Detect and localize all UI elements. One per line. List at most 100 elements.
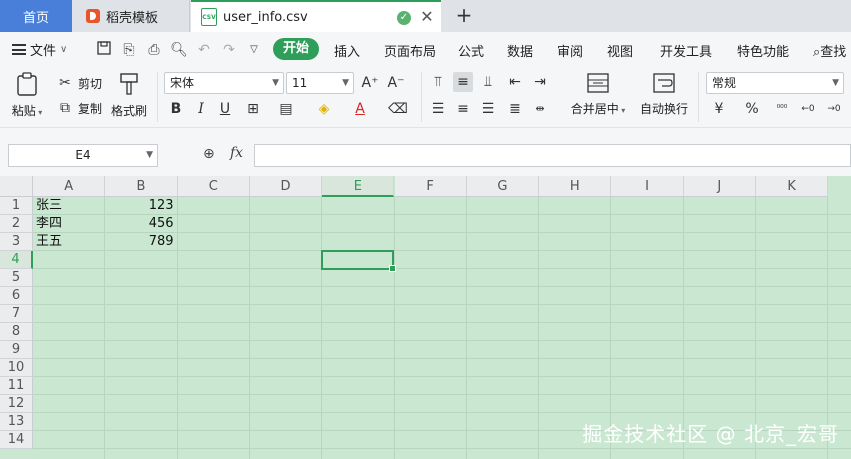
column-header-j[interactable]: J [683, 176, 756, 197]
align-top-icon[interactable]: ⫪ [428, 72, 448, 92]
justify-icon[interactable]: ≣ [505, 99, 525, 119]
redo-icon[interactable]: ↷ [220, 41, 238, 59]
row-gridline [33, 340, 851, 341]
row-header-11[interactable]: 11 [0, 377, 33, 395]
spreadsheet-grid[interactable]: A B C D E F G H I J K 1 2 3 4 5 6 7 8 9 10 11 12 13 14 张三 123 李四 456… [0, 176, 851, 459]
close-icon[interactable]: ✕ [418, 8, 436, 26]
undo-icon[interactable]: ↶ [195, 41, 213, 59]
column-header-b[interactable]: B [105, 176, 178, 197]
new-tab-plus-icon[interactable]: + [452, 4, 476, 28]
save-icon[interactable] [95, 41, 113, 59]
row-header-12[interactable]: 12 [0, 395, 33, 413]
menu-tab-features[interactable]: 特色功能 [737, 41, 789, 60]
distributed-icon[interactable]: ⇹ [530, 99, 550, 119]
menu-tab-review[interactable]: 审阅 [557, 41, 583, 60]
wrap-text-button[interactable]: 自动换行 [636, 72, 692, 117]
font-shrink-button[interactable]: A⁻ [386, 73, 406, 93]
print-icon[interactable]: ⎙ [145, 41, 163, 59]
font-size-select[interactable]: 11 ▼ [286, 72, 354, 94]
border-icon[interactable]: ⊞ [243, 99, 263, 119]
copy-button[interactable]: ⧉ 复制 [56, 99, 102, 117]
fx-icon[interactable]: fx [230, 145, 243, 161]
chevron-down-icon: ▼ [272, 78, 279, 88]
align-center-icon[interactable]: ≡ [453, 99, 473, 119]
file-menu-button[interactable]: 文件 ∨ [12, 40, 67, 59]
fill-color-icon[interactable]: ◈ [314, 99, 334, 119]
row-header-10[interactable]: 10 [0, 359, 33, 377]
tab-template[interactable]: 稻壳模板 [72, 0, 190, 32]
merge-center-button[interactable]: 合并居中 ▾ [566, 72, 630, 117]
menu-tab-data[interactable]: 数据 [507, 41, 533, 60]
row-header-8[interactable]: 8 [0, 323, 33, 341]
row-header-7[interactable]: 7 [0, 305, 33, 323]
increase-indent-icon[interactable]: ⇥ [530, 72, 550, 92]
menu-tab-formulas[interactable]: 公式 [458, 41, 484, 60]
align-right-icon[interactable]: ☰ [478, 99, 498, 119]
cell-b3[interactable]: 789 [105, 233, 174, 251]
column-header-g[interactable]: G [466, 176, 540, 197]
menu-tab-view[interactable]: 视图 [607, 41, 633, 60]
italic-button[interactable]: I [191, 99, 211, 119]
name-box[interactable]: E4 ▼ [8, 144, 158, 167]
underline-button[interactable]: U [215, 99, 235, 119]
font-color-icon[interactable]: A [350, 99, 370, 119]
menu-tab-insert[interactable]: 插入 [334, 41, 360, 60]
column-header-f[interactable]: F [394, 176, 467, 197]
column-header-k[interactable]: K [756, 176, 829, 197]
align-middle-icon[interactable]: ≡ [453, 72, 473, 92]
row-header-3[interactable]: 3 [0, 233, 33, 251]
cell-a1[interactable]: 张三 [36, 197, 62, 215]
column-header-a[interactable]: A [33, 176, 106, 197]
customize-chevron-icon[interactable]: ▽ [245, 41, 263, 59]
chevron-down-icon: ∨ [60, 44, 68, 55]
column-header-i[interactable]: I [611, 176, 684, 197]
row-header-2[interactable]: 2 [0, 215, 33, 233]
export-icon[interactable]: ⎘ [120, 41, 138, 59]
select-all-corner[interactable] [0, 176, 33, 197]
divider [157, 72, 158, 122]
column-header-c[interactable]: C [177, 176, 250, 197]
menu-tab-search[interactable]: ⌕查找 [813, 41, 846, 60]
tab-home[interactable]: 首页 [0, 0, 72, 32]
print-preview-icon[interactable]: 🔍︎ [170, 41, 188, 59]
currency-icon[interactable]: ¥ [709, 99, 729, 119]
row-header-14[interactable]: 14 [0, 431, 33, 449]
percent-button[interactable]: % [742, 99, 762, 119]
column-header-e[interactable]: E [322, 176, 395, 197]
paste-button[interactable]: 粘贴 ▾ [10, 72, 44, 119]
cell-a3[interactable]: 王五 [36, 233, 62, 251]
formula-input[interactable] [254, 144, 851, 167]
row-header-9[interactable]: 9 [0, 341, 33, 359]
row-header-6[interactable]: 6 [0, 287, 33, 305]
align-left-icon[interactable]: ☰ [428, 99, 448, 119]
thousands-separator-icon[interactable]: ⁰⁰⁰ [772, 99, 792, 119]
column-header-h[interactable]: H [539, 176, 612, 197]
decrease-indent-icon[interactable]: ⇤ [505, 72, 525, 92]
cell-a2[interactable]: 李四 [36, 215, 62, 233]
bold-button[interactable]: B [166, 99, 186, 119]
font-grow-button[interactable]: A⁺ [360, 73, 380, 93]
row-header-13[interactable]: 13 [0, 413, 33, 431]
font-size-value: 11 [292, 76, 308, 90]
menu-tab-page-layout[interactable]: 页面布局 [384, 41, 436, 60]
column-header-d[interactable]: D [249, 176, 323, 197]
row-header-1[interactable]: 1 [0, 197, 33, 215]
font-name-select[interactable]: 宋体 ▼ [164, 72, 284, 94]
cut-button[interactable]: ✂ 剪切 [56, 74, 102, 92]
row-header-4[interactable]: 4 [0, 251, 33, 269]
menu-tab-developer[interactable]: 开发工具 [660, 41, 712, 60]
menu-tab-home[interactable]: 开始 [273, 38, 320, 60]
increase-decimal-icon[interactable]: ←0 [798, 99, 818, 119]
decrease-decimal-icon[interactable]: →0 [824, 99, 844, 119]
number-format-select[interactable]: 常规 ▼ [706, 72, 844, 94]
cell-b1[interactable]: 123 [105, 197, 174, 215]
align-bottom-icon[interactable]: ⫫ [478, 72, 498, 92]
row-header-5[interactable]: 5 [0, 269, 33, 287]
tab-user-info-csv[interactable]: CSV user_info.csv ✓ ✕ [191, 0, 441, 32]
cell-b2[interactable]: 456 [105, 215, 174, 233]
eraser-icon[interactable]: ⌫ [388, 99, 408, 119]
active-cell-e4[interactable] [321, 250, 396, 272]
format-painter-button[interactable]: 格式刷 [108, 72, 150, 119]
cell-style-icon[interactable]: ▤ [276, 99, 296, 119]
zoom-icon[interactable]: ⊕ [203, 146, 215, 162]
